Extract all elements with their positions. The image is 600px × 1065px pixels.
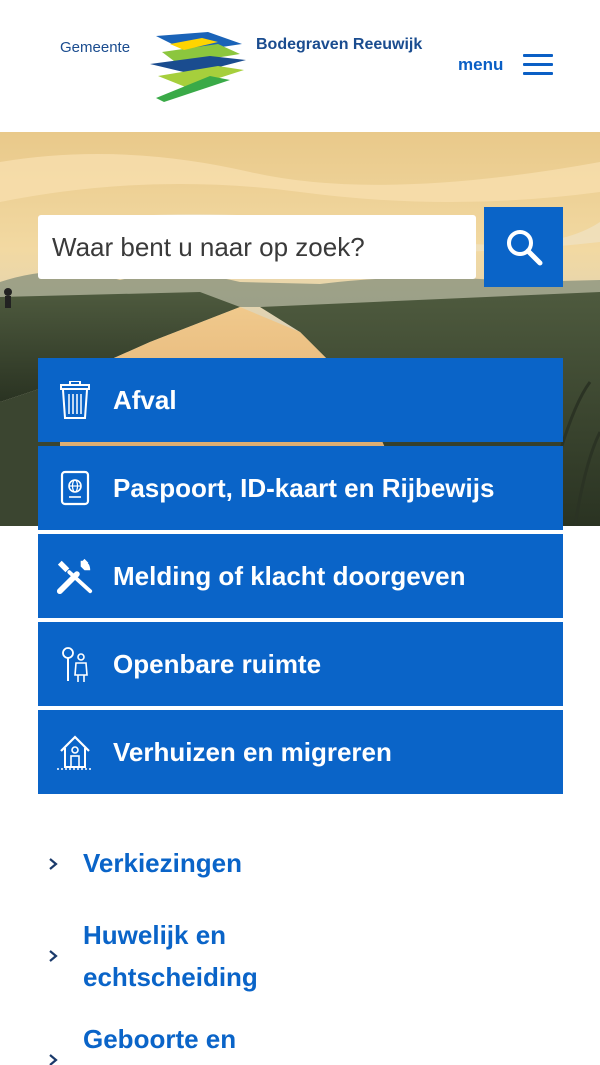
passport-icon [56,468,94,508]
link-label: Geboorte en overlijden [83,1024,237,1054]
link-label: Verkiezingen [83,848,242,878]
tile-openbare-ruimte[interactable]: Openbare ruimte [38,622,563,706]
links-list: Verkiezingen Huwelijk en echtscheiding G… [40,840,560,1065]
tile-melding[interactable]: Melding of klacht doorgeven [38,534,563,618]
search-input[interactable] [38,215,476,279]
link-verkiezingen[interactable]: Verkiezingen [40,840,560,886]
chevron-right-icon [49,950,58,962]
park-icon [56,644,94,684]
search-icon [506,230,542,266]
logo-mark-icon [150,32,246,102]
menu-label: menu [458,55,504,74]
menu-button[interactable]: menu [458,50,554,80]
tile-label: Afval [113,384,177,415]
tile-paspoort[interactable]: Paspoort, ID-kaart en Rijbewijs [38,446,563,530]
site-header: Gemeente Bodegraven Reeuwijk menu [0,0,600,132]
chevron-right-icon [49,858,58,870]
tile-label: Verhuizen en migreren [113,736,392,767]
tile-label: Melding of klacht doorgeven [113,560,466,591]
topic-tiles: Afval Paspoort, ID-kaart en Rijbewijs Me [38,358,563,798]
tile-label: Openbare ruimte [113,648,322,679]
hamburger-icon [523,54,554,76]
tile-verhuizen[interactable]: Verhuizen en migreren [38,710,563,794]
link-huwelijk[interactable]: Huwelijk en echtscheiding [40,904,560,1008]
logo-prefix: Gemeente [60,39,131,56]
tile-label: Paspoort, ID-kaart en Rijbewijs [113,472,495,503]
search-button[interactable] [484,207,563,287]
site-logo[interactable]: Gemeente Bodegraven Reeuwijk [60,28,440,104]
link-geboorte[interactable]: Geboorte en overlijden [40,1008,560,1065]
tile-afval[interactable]: Afval [38,358,563,442]
chevron-right-icon [49,1054,58,1065]
link-label: Huwelijk en echtscheiding [83,920,258,992]
tools-icon [56,556,94,596]
logo-name: Bodegraven Reeuwijk [256,36,423,53]
house-icon [56,732,94,772]
trash-bin-icon [56,380,94,420]
